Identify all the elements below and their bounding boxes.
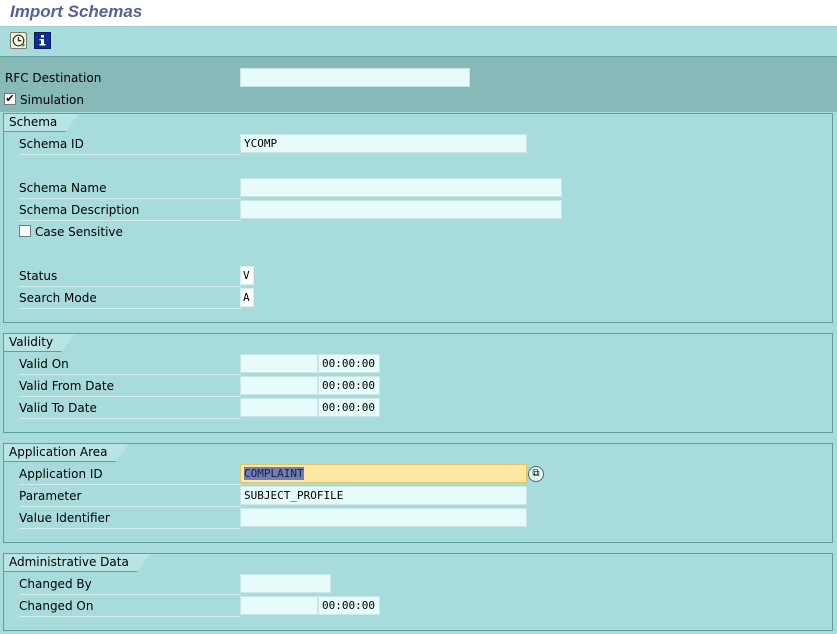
valid-to-label: Valid To Date [19,399,241,419]
changed-by-input[interactable] [240,574,331,593]
case-sensitive-checkbox[interactable] [19,225,31,237]
case-sensitive-label: Case Sensitive [35,225,123,239]
info-icon [39,35,46,46]
simulation-label: Simulation [20,93,84,107]
search-mode-value: A [240,288,254,307]
schema-group: Schema Schema ID YCOMP Schema Name Schem… [3,113,833,323]
simulation-checkbox[interactable]: ✔ [4,93,16,105]
valid-to-date-input[interactable] [240,398,318,417]
value-help-icon: ⧉ [532,468,540,479]
info-button[interactable] [34,32,51,49]
status-value: V [240,266,254,285]
schema-description-input[interactable] [240,200,562,219]
schema-name-input[interactable] [240,178,562,197]
parameter-label: Parameter [19,487,241,507]
application-area-group-title: Application Area [3,443,129,462]
valid-from-time-input[interactable]: 00:00:00 [318,376,380,395]
valid-on-date-input[interactable] [240,354,318,373]
changed-on-label: Changed On [19,597,241,617]
administrative-data-group: Administrative Data Changed By Changed O… [3,553,833,631]
application-id-input[interactable]: COMPLAINT [240,464,527,483]
selection-header: RFC Destination ✔ Simulation [0,57,837,112]
valid-from-date-input[interactable] [240,376,318,395]
valid-to-time-input[interactable]: 00:00:00 [318,398,380,417]
schema-id-label: Schema ID [19,135,241,155]
application-area-group: Application Area Application ID COMPLAIN… [3,443,833,543]
value-identifier-input[interactable] [240,508,527,527]
checkmark-icon: ✔ [5,92,15,105]
application-id-value: COMPLAINT [244,467,304,480]
execute-button[interactable] [10,32,27,49]
valid-on-time-input[interactable]: 00:00:00 [318,354,380,373]
rfc-destination-label: RFC Destination [5,71,102,85]
value-identifier-label: Value Identifier [19,509,241,529]
valid-on-label: Valid On [19,355,241,375]
page-title: Import Schemas [10,2,143,21]
changed-on-time-input[interactable]: 00:00:00 [318,596,380,615]
application-id-label: Application ID [19,465,241,485]
changed-on-date-input[interactable] [240,596,318,615]
changed-by-label: Changed By [19,575,241,595]
validity-group-title: Validity [3,333,75,352]
execute-icon [12,34,25,48]
administrative-data-group-title: Administrative Data [3,553,151,572]
schema-name-label: Schema Name [19,179,241,199]
schema-id-input[interactable]: YCOMP [240,134,527,153]
rfc-destination-input[interactable] [240,68,470,87]
parameter-input[interactable]: SUBJECT_PROFILE [240,486,527,505]
schema-description-label: Schema Description [19,201,241,221]
status-label: Status [19,267,241,287]
valid-from-label: Valid From Date [19,377,241,397]
search-mode-label: Search Mode [19,289,241,309]
value-help-button[interactable]: ⧉ [528,466,544,482]
application-toolbar [0,27,837,57]
schema-group-title: Schema [3,113,79,132]
title-bar: Import Schemas [0,0,837,27]
validity-group: Validity Valid On 00:00:00 Valid From Da… [3,333,833,433]
